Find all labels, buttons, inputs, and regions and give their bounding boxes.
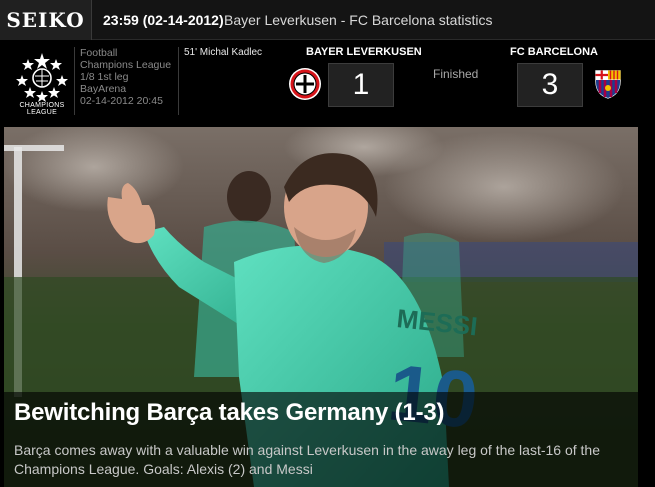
match-event: 51' Michal Kadlec <box>184 47 263 58</box>
match-datetime: 02-14-2012 20:45 <box>80 95 163 107</box>
barcelona-crest-icon[interactable] <box>591 67 625 101</box>
home-score: 1 <box>328 63 394 107</box>
article-headline[interactable]: Bewitching Barça takes Germany (1-3) <box>14 399 444 427</box>
match-header: CHAMPIONS LEAGUE Football Champions Leag… <box>0 41 655 125</box>
round-label: 1/8 1st leg <box>80 71 129 83</box>
divider <box>178 47 179 115</box>
venue-label: BayArena <box>80 83 127 95</box>
champions-league-wordmark: CHAMPIONS LEAGUE <box>19 102 65 116</box>
away-team-name[interactable]: FC BARCELONA <box>510 46 598 58</box>
match-status: Finished <box>433 67 479 81</box>
divider <box>74 47 75 115</box>
competition-name: Champions League <box>80 59 172 71</box>
hero-image[interactable]: MESSI 10 Bewitching Barça takes Germany … <box>4 127 638 487</box>
away-score: 3 <box>517 63 583 107</box>
seiko-logo: SEIKO <box>0 0 92 40</box>
article-summary: Barça comes away with a valuable win aga… <box>14 442 600 477</box>
topbar-title: Bayer Leverkusen - FC Barcelona statisti… <box>224 12 493 28</box>
competition-info: Football Champions League 1/8 1st leg Ba… <box>80 47 171 107</box>
topbar-time: 23:59 (02-14-2012) <box>103 12 224 28</box>
sport-label: Football <box>80 47 118 59</box>
leverkusen-crest-icon[interactable] <box>288 67 322 101</box>
champions-league-logo-icon <box>16 53 68 102</box>
top-bar: SEIKO 23:59 (02-14-2012) Bayer Leverkuse… <box>0 0 655 40</box>
home-team-name[interactable]: BAYER LEVERKUSEN <box>306 46 422 58</box>
